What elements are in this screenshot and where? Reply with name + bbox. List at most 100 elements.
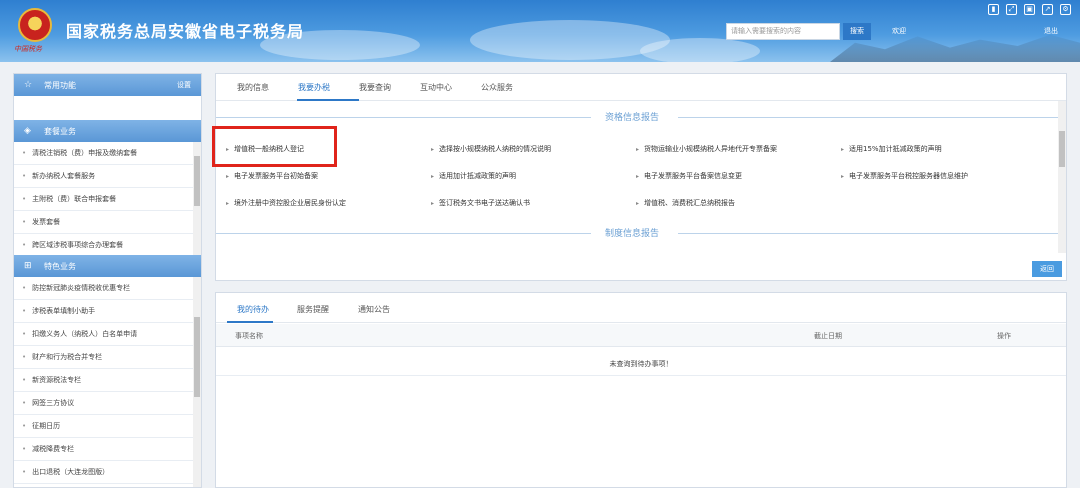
welcome-text: 欢迎: [892, 27, 906, 35]
sidebar-section-special[interactable]: ⊞ 特色业务: [14, 255, 201, 277]
section-title: 资格信息报告: [605, 113, 660, 123]
link-electronic-delivery-confirmation[interactable]: ▸ 签订税务文书电子送达确认书: [431, 198, 530, 208]
tax-links-scroll-thumb[interactable]: [1059, 131, 1065, 167]
tax-links-scrollbar[interactable]: [1058, 101, 1066, 253]
sidebar-item-label: 新资源税法专栏: [32, 376, 82, 384]
link-15pct-deduction-declaration[interactable]: ▸ 适用15%加计抵减政策的声明: [841, 144, 942, 154]
layers-icon: ◈: [24, 126, 31, 136]
tab-interaction[interactable]: 互动中心: [420, 82, 452, 93]
sidebar-item[interactable]: • 新办纳税人套餐服务: [14, 165, 194, 188]
highlight-annotation: [212, 126, 337, 167]
tasks-tabs: 我的待办 服务提醒 通知公告: [216, 293, 1066, 323]
sidebar-package-scroll-thumb[interactable]: [194, 156, 200, 206]
sidebar: ☆ 常用功能 设置 ◈ 套餐业务 • 清税注销税（费）申报及缴纳套餐 • 新办纳税人…: [13, 73, 202, 488]
tab-service-reminder[interactable]: 服务提醒: [297, 304, 329, 315]
sidebar-item[interactable]: • 扣缴义务人（纳税人）白名单申请: [14, 323, 194, 346]
tasks-panel: 我的待办 服务提醒 通知公告 事项名称 截止日期 操作 未查询到待办事项！: [215, 292, 1067, 488]
sidebar-item[interactable]: • 出口退税（大连龙图版）: [14, 461, 194, 484]
sidebar-item[interactable]: • 跨区域涉税事项综合办理套餐: [14, 234, 194, 255]
link-einvoice-initial-filing[interactable]: ▸ 电子发票服务平台初始备案: [226, 171, 318, 181]
column-item-name: 事项名称: [235, 332, 263, 340]
link-resident-status-determination[interactable]: ▸ 境外注册中资控股企业居民身份认定: [226, 198, 346, 208]
active-tab-indicator: [227, 321, 273, 323]
sidebar-item-label: 网签三方协议: [32, 399, 75, 407]
active-tab-indicator: [297, 99, 359, 101]
link-label: 增值税、消费税汇总纳税报告: [644, 199, 736, 207]
section-system: 制度信息报告: [216, 226, 1058, 240]
main-tabs: 我的信息 我要办税 我要查询 互动中心 公众服务: [216, 74, 1066, 101]
link-label: 电子发票服务平台备案信息变更: [644, 172, 743, 180]
sidebar-special-list: • 防控新冠肺炎疫情税收优惠专栏 • 涉税表单填制小助手 • 扣缴义务人（纳税人）白名…: [14, 277, 201, 487]
link-label: 境外注册中资控股企业居民身份认定: [234, 199, 347, 207]
sidebar-item[interactable]: • 涉税表单填制小助手: [14, 300, 194, 323]
sidebar-item[interactable]: • 新资源税法专栏: [14, 369, 194, 392]
sidebar-item[interactable]: • 清税注销税（费）申报及缴纳套餐: [14, 142, 194, 165]
sidebar-item[interactable]: • 发票套餐: [14, 211, 194, 234]
search-button[interactable]: 搜索: [843, 23, 871, 40]
link-label: 适用15%加计抵减政策的声明: [849, 145, 942, 153]
link-einvoice-server-maintenance[interactable]: ▸ 电子发票服务平台税控服务器信息维护: [841, 171, 968, 181]
sidebar-item[interactable]: • 网签三方协议: [14, 392, 194, 415]
tax-emblem-logo: [18, 8, 52, 42]
cloud-decoration: [640, 38, 760, 62]
save-icon[interactable]: ▣: [1024, 4, 1035, 15]
link-transport-invoice-filing[interactable]: ▸ 货物运输业小规模纳税人异地代开专票备案: [636, 144, 777, 154]
link-label: 选择按小规模纳税人纳税的情况说明: [439, 145, 552, 153]
link-einvoice-filing-change[interactable]: ▸ 电子发票服务平台备案信息变更: [636, 171, 742, 181]
link-label: 货物运输业小规模纳税人异地代开专票备案: [644, 145, 778, 153]
toolbar-icons: ▮ ⤢ ▣ ↗ ⚙: [988, 4, 1071, 15]
link-label: 适用加计抵减政策的声明: [439, 172, 517, 180]
tab-notice[interactable]: 通知公告: [358, 304, 390, 315]
sidebar-section-common[interactable]: ☆ 常用功能 设置: [14, 74, 201, 96]
sidebar-item-label: 财产和行为税合并专栏: [32, 353, 103, 361]
sidebar-item-label: 清税注销税（费）申报及缴纳套餐: [32, 149, 138, 157]
sidebar-item[interactable]: • 减税降费专栏: [14, 438, 194, 461]
link-small-scale-explanation[interactable]: ▸ 选择按小规模纳税人纳税的情况说明: [431, 144, 551, 154]
empty-message: 未查询到待办事项！: [609, 360, 673, 368]
sidebar-item-label: 出口退税（大连龙图版）: [32, 468, 110, 476]
tab-public-service[interactable]: 公众服务: [481, 82, 513, 93]
bookmark-icon[interactable]: ▮: [988, 4, 999, 15]
export-icon[interactable]: ↗: [1042, 4, 1053, 15]
sidebar-section-label: 特色业务: [44, 261, 76, 271]
sidebar-settings-link[interactable]: 设置: [177, 80, 191, 90]
sidebar-item[interactable]: • 征期日历: [14, 415, 194, 438]
sidebar-item-label: 征期日历: [32, 422, 61, 430]
fullscreen-icon[interactable]: ⤢: [1006, 4, 1017, 15]
sidebar-section-label: 常用功能: [44, 80, 76, 90]
sidebar-item-label: 防控新冠肺炎疫情税收优惠专栏: [32, 284, 131, 292]
sidebar-item-label: 扣缴义务人（纳税人）白名单申请: [32, 330, 138, 338]
sidebar-section-package[interactable]: ◈ 套餐业务: [14, 120, 201, 142]
link-label: 电子发票服务平台初始备案: [234, 172, 319, 180]
sidebar-item[interactable]: • 防控新冠肺炎疫情税收优惠专栏: [14, 277, 194, 300]
header-banner: 中国税务 国家税务总局安徽省电子税务局 请输入需要搜索的内容 搜索 欢迎 退出 …: [0, 0, 1080, 62]
site-title: 国家税务总局安徽省电子税务局: [66, 22, 305, 41]
sidebar-item[interactable]: • 财产和行为税合并专栏: [14, 346, 194, 369]
emblem-caption: 中国税务: [14, 45, 42, 53]
sidebar-item-label: 新办纳税人套餐服务: [32, 172, 96, 180]
star-icon: ☆: [24, 80, 33, 90]
tab-query[interactable]: 我要查询: [359, 82, 391, 93]
tax-links-area: 资格信息报告 ▸ 增值税一般纳税人登记 ▸ 选择按小规模纳税人纳税的情况说明 ▸ 货物…: [216, 102, 1058, 256]
search-input[interactable]: 请输入需要搜索的内容: [726, 23, 840, 40]
link-vat-consolidated-report[interactable]: ▸ 增值税、消费税汇总纳税报告: [636, 198, 735, 208]
grid-icon: ⊞: [24, 261, 32, 271]
link-deduction-declaration[interactable]: ▸ 适用加计抵减政策的声明: [431, 171, 516, 181]
tab-my-info[interactable]: 我的信息: [237, 82, 269, 93]
tab-my-todo[interactable]: 我的待办: [237, 304, 269, 315]
back-button[interactable]: 返回: [1032, 261, 1062, 277]
sidebar-item[interactable]: • 主附税（费）联合申报套餐: [14, 188, 194, 211]
sidebar-special-scroll-thumb[interactable]: [194, 317, 200, 397]
sidebar-item-label: 主附税（费）联合申报套餐: [32, 195, 117, 203]
sidebar-common-empty: [14, 96, 201, 120]
sidebar-package-list: • 清税注销税（费）申报及缴纳套餐 • 新办纳税人套餐服务 • 主附税（费）联合申报套…: [14, 142, 201, 255]
sidebar-item-label: 减税降费专栏: [32, 445, 75, 453]
tax-handling-panel: 我的信息 我要办税 我要查询 互动中心 公众服务 资格信息报告 ▸ 增值税一般纳税…: [215, 73, 1067, 281]
sidebar-item-label: 涉税表单填制小助手: [32, 307, 96, 315]
logout-button[interactable]: 退出: [1044, 26, 1058, 36]
settings-icon[interactable]: ⚙: [1060, 4, 1071, 15]
cloud-decoration: [470, 20, 670, 60]
tab-tax-handling[interactable]: 我要办税: [298, 82, 330, 93]
sidebar-item-label: 跨区域涉税事项综合办理套餐: [32, 241, 124, 249]
section-title: 制度信息报告: [605, 229, 660, 239]
